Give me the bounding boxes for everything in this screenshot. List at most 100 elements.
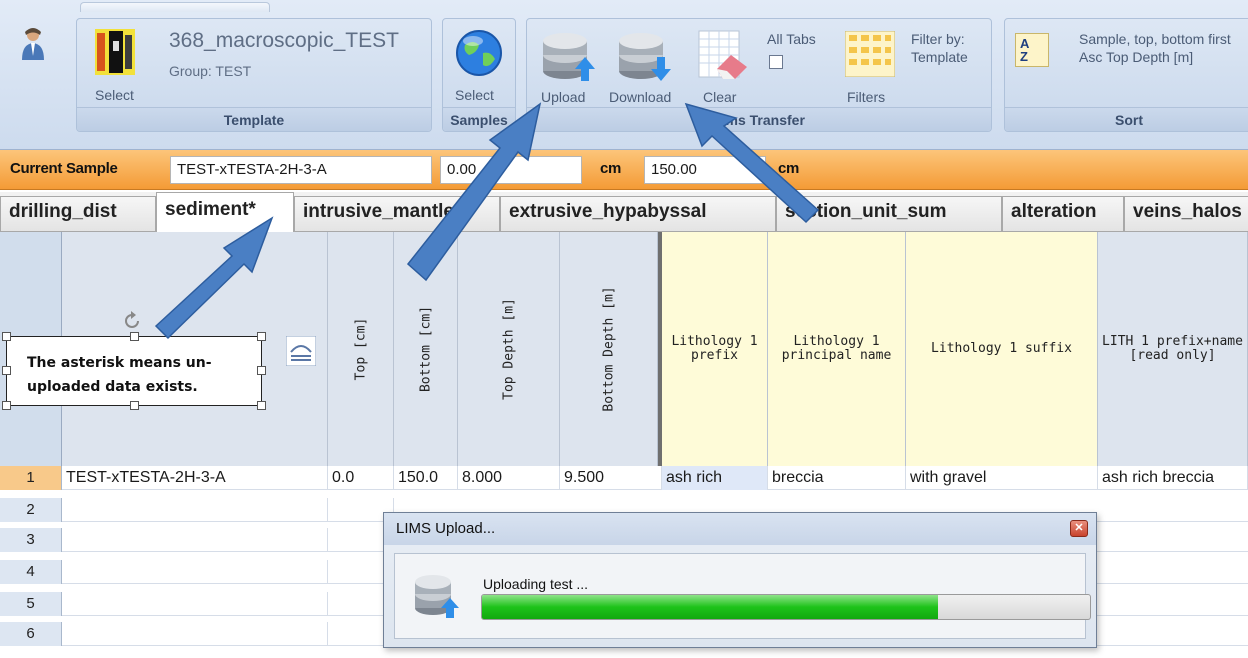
filter-by-value: Template xyxy=(911,49,968,65)
download-icon[interactable] xyxy=(617,31,673,81)
sample-bottom-field[interactable]: 150.00 xyxy=(644,156,766,184)
cell-lith-prefix[interactable]: ash rich xyxy=(662,466,768,490)
annotation-callout[interactable]: The asterisk means un- uploaded data exi… xyxy=(6,336,262,406)
resize-handle[interactable] xyxy=(257,366,266,375)
resize-handle[interactable] xyxy=(130,401,139,410)
tab-drilling-dist[interactable]: drilling_dist xyxy=(0,196,156,232)
cell-top[interactable]: 0.0 xyxy=(328,466,394,490)
column-header-bottom-label: Bottom [cm] xyxy=(418,305,433,393)
upload-progress-fill xyxy=(482,595,938,619)
current-sample-bar: Current Sample TEST-xTESTA-2H-3-A 0.00 c… xyxy=(0,150,1248,190)
data-tabstrip: drilling_dist sediment* intrusive_mantle… xyxy=(0,192,1248,233)
unit-label-1: cm xyxy=(600,160,622,177)
column-header-top-depth-label: Top Depth [m] xyxy=(501,298,516,400)
rotate-handle-icon[interactable] xyxy=(121,310,143,332)
current-sample-field[interactable]: TEST-xTESTA-2H-3-A xyxy=(170,156,432,184)
callout-line-1: The asterisk means un- xyxy=(27,355,212,371)
row-number[interactable]: 6 xyxy=(0,622,62,646)
filter-by-label: Filter by: xyxy=(911,31,965,47)
sort-line2: Asc Top Depth [m] xyxy=(1079,49,1194,65)
tab-intrusive-mantle[interactable]: intrusive_mantle xyxy=(294,196,500,232)
cell-bottom-depth[interactable]: 9.500 xyxy=(560,466,662,490)
samples-select-label[interactable]: Select xyxy=(455,87,494,103)
template-icon[interactable] xyxy=(95,29,135,75)
row-number[interactable]: 5 xyxy=(0,592,62,616)
callout-line-2: uploaded data exists. xyxy=(27,379,198,395)
column-header-top-depth[interactable]: Top Depth [m] xyxy=(458,232,560,466)
column-header-lith-combined-label: LITH 1 prefix+name [read only] xyxy=(1102,334,1243,363)
frozen-column-divider xyxy=(658,232,662,466)
column-header-lith-combined[interactable]: LITH 1 prefix+name [read only] xyxy=(1098,232,1248,466)
cell-sample[interactable]: TEST-xTESTA-2H-3-A xyxy=(62,466,328,490)
tab-veins-halos[interactable]: veins_halos xyxy=(1124,196,1248,232)
close-icon[interactable]: ✕ xyxy=(1070,520,1088,537)
filters-icon[interactable] xyxy=(845,31,895,77)
resize-handle[interactable] xyxy=(257,332,266,341)
column-header-top[interactable]: Top [cm] xyxy=(328,232,394,466)
tab-alteration[interactable]: alteration xyxy=(1002,196,1124,232)
template-group-text: Group: TEST xyxy=(169,63,252,79)
database-upload-icon xyxy=(415,575,459,618)
resize-handle[interactable] xyxy=(2,401,11,410)
upload-icon[interactable] xyxy=(541,31,597,81)
dialog-title[interactable]: LIMS Upload... xyxy=(384,513,1096,545)
cell-bottom[interactable]: 150.0 xyxy=(394,466,458,490)
lims-transfer-group: Upload Download Clear All Tabs Filters F… xyxy=(526,18,992,132)
filters-label[interactable]: Filters xyxy=(847,89,885,105)
sample-top-field[interactable]: 0.00 xyxy=(440,156,582,184)
cell-lith-principal[interactable]: breccia xyxy=(768,466,906,490)
column-header-lith-principal[interactable]: Lithology 1 principal name xyxy=(768,232,906,466)
all-tabs-label: All Tabs xyxy=(767,31,816,47)
all-tabs-checkbox[interactable] xyxy=(769,55,783,69)
resize-handle[interactable] xyxy=(257,401,266,410)
ribbon: Select 368_macroscopic_TEST Group: TEST … xyxy=(0,0,1248,150)
tab-section-unit-sum[interactable]: section_unit_sum xyxy=(776,196,1002,232)
cell-sample[interactable] xyxy=(62,622,328,646)
globe-icon[interactable] xyxy=(455,29,503,77)
cell-lith-combined: ash rich breccia xyxy=(1098,466,1248,490)
column-header-bottom-depth[interactable]: Bottom Depth [m] xyxy=(560,232,658,466)
ribbon-tab[interactable] xyxy=(80,2,270,12)
row-number[interactable]: 4 xyxy=(0,560,62,584)
cell-sample[interactable] xyxy=(62,560,328,584)
cell-top-depth[interactable]: 8.000 xyxy=(458,466,560,490)
tab-extrusive-hypabyssal[interactable]: extrusive_hypabyssal xyxy=(500,196,776,232)
app-window: Select 368_macroscopic_TEST Group: TEST … xyxy=(0,0,1248,658)
template-name: 368_macroscopic_TEST xyxy=(169,29,399,52)
column-header-lith-suffix[interactable]: Lithology 1 suffix xyxy=(906,232,1098,466)
template-group-label: Template xyxy=(77,107,431,131)
resize-handle[interactable] xyxy=(2,366,11,375)
row-number[interactable]: 2 xyxy=(0,498,62,522)
column-header-lith-prefix[interactable]: Lithology 1 prefix xyxy=(662,232,768,466)
template-select-label[interactable]: Select xyxy=(95,87,134,103)
column-header-lith-suffix-label: Lithology 1 suffix xyxy=(931,341,1072,356)
resize-handle[interactable] xyxy=(130,332,139,341)
lims-transfer-group-label: Lims Transfer xyxy=(527,107,991,131)
sort-group-label: Sort xyxy=(1005,107,1248,131)
samples-group-label: Samples xyxy=(443,107,515,131)
clear-label[interactable]: Clear xyxy=(703,89,736,105)
upload-label[interactable]: Upload xyxy=(541,89,585,105)
text-wrap-icon[interactable] xyxy=(286,336,316,366)
resize-handle[interactable] xyxy=(2,332,11,341)
row-number[interactable]: 1 xyxy=(0,466,62,490)
column-header-bottom[interactable]: Bottom [cm] xyxy=(394,232,458,466)
eraser-icon[interactable] xyxy=(697,29,749,81)
column-header-lith-principal-label: Lithology 1 principal name xyxy=(781,334,892,363)
samples-group: Select Samples xyxy=(442,18,516,132)
cell-sample[interactable] xyxy=(62,498,328,522)
cell-lith-suffix[interactable]: with gravel xyxy=(906,466,1098,490)
cell-sample[interactable] xyxy=(62,592,328,616)
row-number[interactable]: 3 xyxy=(0,528,62,552)
download-label[interactable]: Download xyxy=(609,89,671,105)
column-header-lith-prefix-label: Lithology 1 prefix xyxy=(671,334,758,363)
user-icon[interactable] xyxy=(18,26,48,60)
table-row[interactable]: 1 TEST-xTESTA-2H-3-A 0.0 150.0 8.000 9.5… xyxy=(0,466,1248,490)
sort-az-icon[interactable]: AZ xyxy=(1015,33,1049,67)
cell-sample[interactable] xyxy=(62,528,328,552)
upload-progress-bar xyxy=(481,594,1091,620)
sort-line1: Sample, top, bottom first xyxy=(1079,31,1231,47)
upload-message: Uploading test ... xyxy=(483,576,589,592)
template-group: Select 368_macroscopic_TEST Group: TEST … xyxy=(76,18,432,132)
tab-sediment[interactable]: sediment* xyxy=(156,192,294,233)
